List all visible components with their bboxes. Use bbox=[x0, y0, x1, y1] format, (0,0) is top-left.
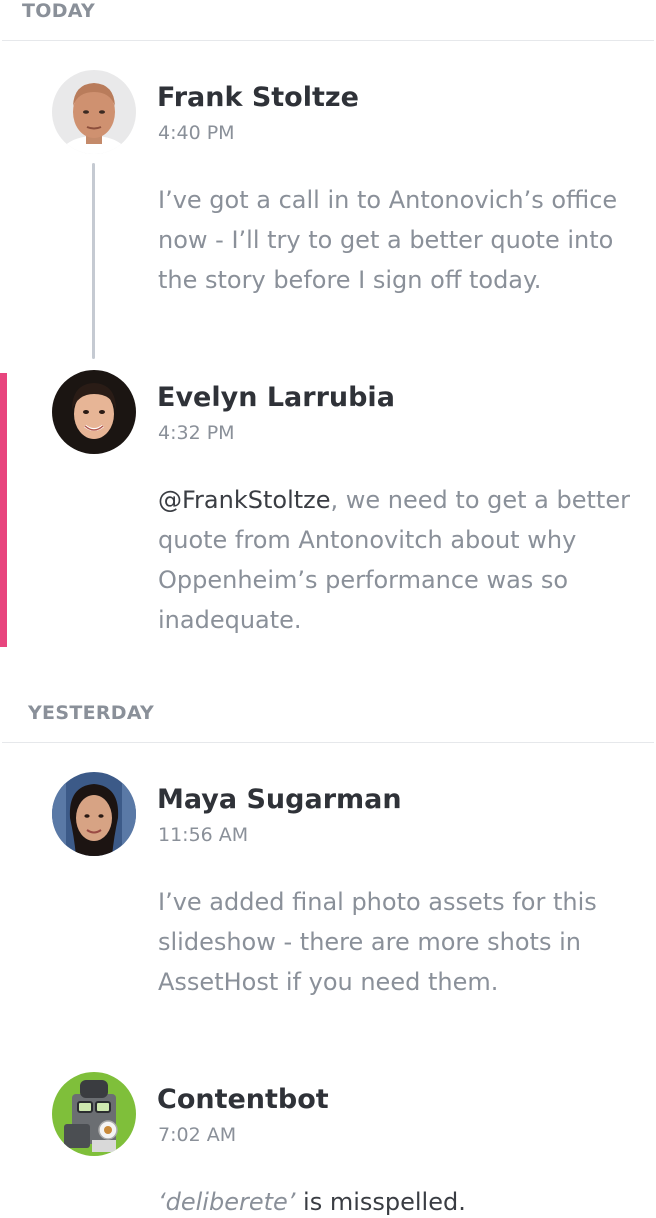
comment-item[interactable]: Frank Stoltze 4:40 PM I’ve got a call in… bbox=[0, 70, 656, 310]
comment-body: I’ve added final photo assets for this s… bbox=[158, 888, 597, 996]
comments-panel: TODAY Frank Stoltze 4:40 PM I’ve got a c… bbox=[0, 0, 656, 1218]
robot-avatar-icon bbox=[52, 1072, 136, 1156]
comment-item[interactable]: Maya Sugarman 11:56 AM I’ve added final … bbox=[0, 772, 656, 1012]
section-divider bbox=[2, 742, 654, 743]
avatar[interactable] bbox=[52, 70, 136, 154]
comment-author[interactable]: Contentbot bbox=[157, 1084, 329, 1115]
avatar[interactable] bbox=[52, 370, 136, 454]
avatar[interactable] bbox=[52, 1072, 136, 1156]
comment-body: @FrankStoltze, we need to get a better q… bbox=[158, 480, 654, 640]
person-avatar-icon bbox=[52, 772, 136, 856]
comment-timestamp: 7:02 AM bbox=[158, 1124, 237, 1146]
misspelled-word: ‘deliberete’ bbox=[158, 1188, 296, 1216]
person-avatar-icon bbox=[52, 70, 136, 154]
avatar[interactable] bbox=[52, 772, 136, 856]
comment-author[interactable]: Frank Stoltze bbox=[157, 82, 359, 113]
person-avatar-icon bbox=[52, 370, 136, 454]
comment-author[interactable]: Evelyn Larrubia bbox=[157, 382, 395, 413]
section-divider bbox=[2, 40, 654, 41]
comment-timestamp: 11:56 AM bbox=[158, 824, 249, 846]
comment-timestamp: 4:40 PM bbox=[158, 122, 235, 144]
comment-body: I’ve got a call in to Antonovich’s offic… bbox=[158, 186, 618, 294]
user-mention-link[interactable]: @FrankStoltze bbox=[158, 486, 331, 514]
comment-text: is misspelled. bbox=[295, 1188, 466, 1216]
comment-author[interactable]: Maya Sugarman bbox=[157, 784, 402, 815]
section-label-yesterday: YESTERDAY bbox=[28, 702, 155, 724]
comment-item[interactable]: Contentbot 7:02 AM ‘deliberete’ is missp… bbox=[0, 1072, 656, 1218]
comment-item[interactable]: Evelyn Larrubia 4:32 PM @FrankStoltze, w… bbox=[0, 370, 656, 650]
section-label-today: TODAY bbox=[22, 0, 96, 22]
comment-timestamp: 4:32 PM bbox=[158, 422, 235, 444]
comment-body: ‘deliberete’ is misspelled. bbox=[158, 1182, 654, 1218]
